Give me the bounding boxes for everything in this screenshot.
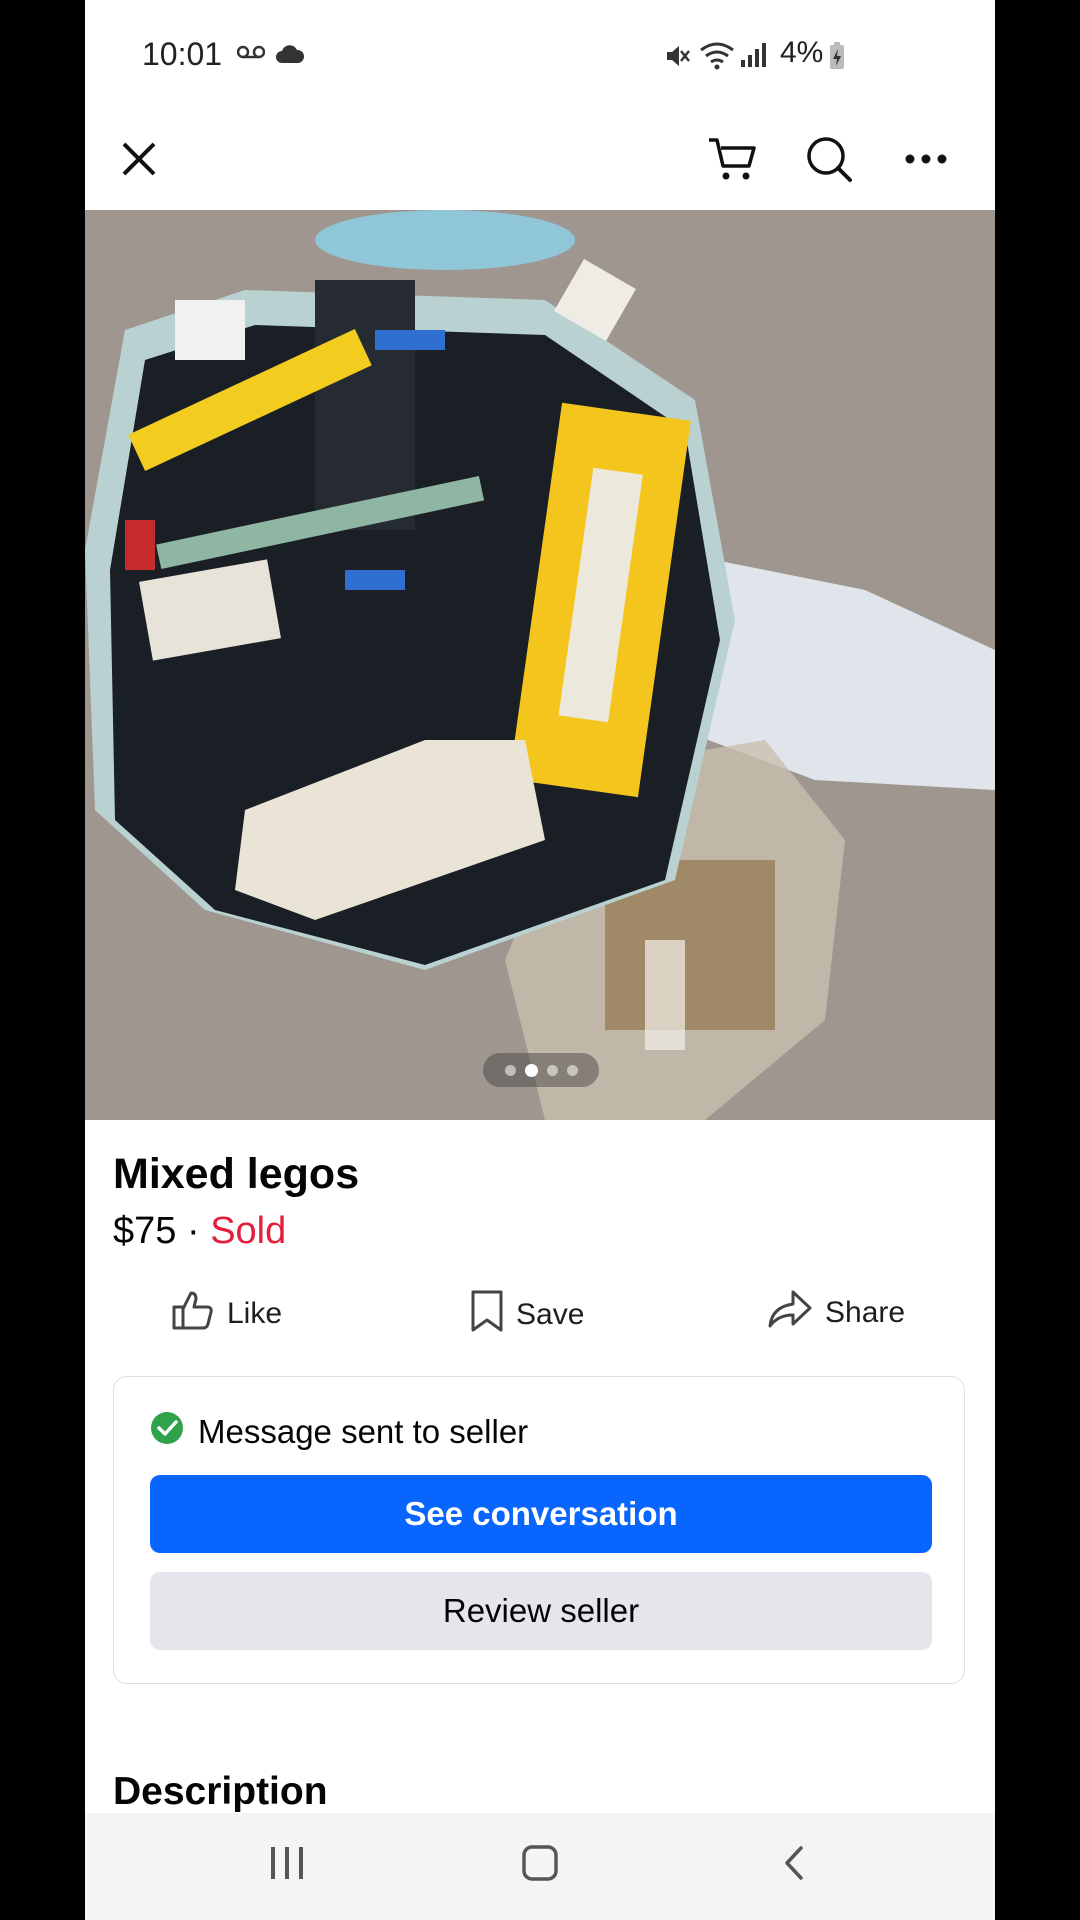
price-separator: ·	[176, 1210, 211, 1252]
like-button[interactable]: Like	[171, 1289, 282, 1339]
like-label: Like	[227, 1297, 283, 1330]
status-time: 10:01	[142, 36, 223, 72]
search-icon	[804, 134, 854, 189]
see-conversation-button[interactable]: See conversation	[150, 1475, 932, 1553]
thumbs-up-icon	[171, 1289, 215, 1339]
message-status-text: Message sent to seller	[198, 1413, 529, 1450]
price-row: $75 · Sold	[113, 1210, 286, 1253]
actions-row: Like Save Share	[85, 1283, 995, 1343]
message-status: Message sent to seller	[150, 1411, 528, 1453]
cart-icon	[707, 135, 757, 188]
close-icon	[119, 139, 159, 184]
more-icon	[904, 152, 948, 170]
listing-price: $75	[113, 1210, 177, 1252]
share-button[interactable]: Share	[767, 1289, 905, 1337]
wifi-icon	[699, 40, 735, 75]
save-label: Save	[516, 1298, 585, 1331]
page-dot	[546, 1064, 558, 1076]
message-sent-card: Message sent to seller See conversation …	[113, 1376, 965, 1684]
page-dot-active	[524, 1063, 538, 1077]
share-label: Share	[825, 1296, 906, 1329]
page-dot	[504, 1064, 516, 1076]
listing-photo[interactable]	[85, 210, 995, 1120]
recents-icon[interactable]	[267, 1843, 307, 1888]
back-icon[interactable]	[775, 1843, 815, 1888]
sold-status: Sold	[210, 1210, 287, 1252]
photo-page-indicator	[483, 1053, 599, 1087]
marketplace-listing-screen: 10:01 4% Mixed legos $75 · Sold Like Sav…	[85, 0, 995, 1920]
home-icon[interactable]	[520, 1843, 560, 1888]
page-dot	[566, 1064, 578, 1076]
listing-title: Mixed legos	[113, 1150, 360, 1198]
description-heading: Description	[113, 1770, 328, 1813]
lego-bin-photo	[85, 210, 995, 1120]
review-seller-button[interactable]: Review seller	[150, 1572, 932, 1650]
battery-percent: 4%	[780, 36, 824, 69]
bookmark-icon	[470, 1289, 504, 1341]
share-arrow-icon	[767, 1289, 813, 1337]
search-button[interactable]	[794, 126, 864, 196]
cloud-icon	[275, 44, 305, 69]
cart-button[interactable]	[697, 126, 767, 196]
close-button[interactable]	[104, 126, 174, 196]
signal-icon	[740, 42, 768, 73]
mute-icon	[663, 42, 691, 75]
battery-charging-icon	[829, 42, 845, 75]
more-options-button[interactable]	[891, 126, 961, 196]
check-circle-icon	[150, 1411, 184, 1453]
top-nav	[85, 112, 995, 210]
save-button[interactable]: Save	[470, 1289, 584, 1341]
android-nav-bar	[85, 1813, 995, 1920]
voicemail-icon	[236, 44, 266, 65]
status-bar: 10:01 4%	[85, 0, 995, 112]
